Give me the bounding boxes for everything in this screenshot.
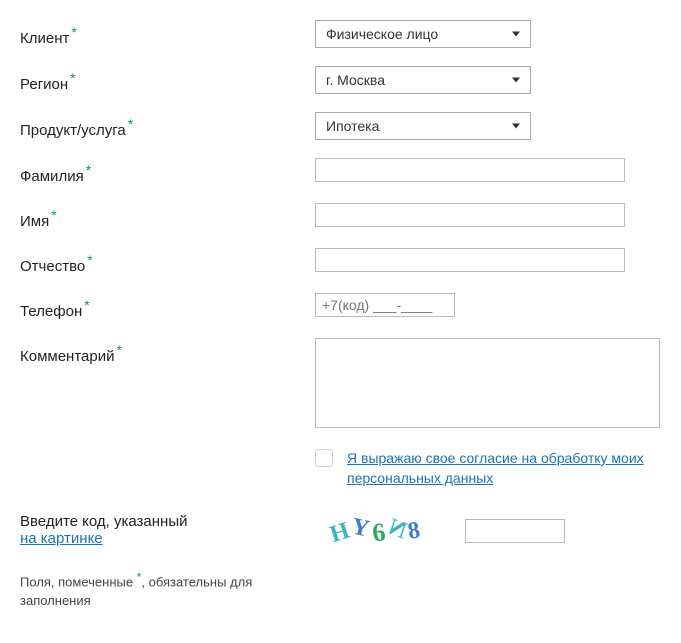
region-label: Регион* bbox=[20, 66, 315, 93]
asterisk-icon: * bbox=[128, 116, 133, 132]
lastname-input[interactable] bbox=[315, 158, 625, 182]
captcha-label-line1: Введите код, указанный bbox=[20, 513, 315, 530]
patronymic-input[interactable] bbox=[315, 248, 625, 272]
product-label: Продукт/услуга* bbox=[20, 112, 315, 139]
asterisk-icon: * bbox=[84, 297, 89, 313]
asterisk-icon: * bbox=[70, 70, 75, 86]
client-select[interactable]: Физическое лицо bbox=[315, 20, 531, 48]
asterisk-icon: * bbox=[51, 207, 56, 223]
client-label: Клиент* bbox=[20, 20, 315, 47]
lastname-label: Фамилия* bbox=[20, 158, 315, 185]
consent-link[interactable]: Я выражаю свое согласие на обработку мои… bbox=[347, 449, 661, 488]
product-select[interactable]: Ипотека bbox=[315, 112, 531, 140]
consent-checkbox[interactable] bbox=[315, 449, 333, 467]
captcha-input[interactable] bbox=[465, 519, 565, 543]
comment-label: Комментарий* bbox=[20, 338, 315, 365]
patronymic-label: Отчество* bbox=[20, 248, 315, 275]
phone-input[interactable] bbox=[315, 293, 455, 317]
asterisk-icon: * bbox=[87, 252, 92, 268]
asterisk-icon: * bbox=[86, 162, 91, 178]
firstname-input[interactable] bbox=[315, 203, 625, 227]
caret-down-icon bbox=[512, 78, 520, 83]
asterisk-icon: * bbox=[71, 24, 76, 40]
caret-down-icon bbox=[512, 124, 520, 129]
captcha-label-link[interactable]: на картинке bbox=[20, 530, 103, 547]
region-select[interactable]: г. Москва bbox=[315, 66, 531, 94]
asterisk-icon: * bbox=[116, 342, 121, 358]
comment-textarea[interactable] bbox=[315, 338, 660, 428]
required-note: Поля, помеченные *, обязательны для запо… bbox=[20, 569, 270, 610]
captcha-image: H Y 6 N 8 bbox=[315, 513, 435, 549]
caret-down-icon bbox=[512, 32, 520, 37]
phone-label: Телефон* bbox=[20, 293, 315, 320]
firstname-label: Имя* bbox=[20, 203, 315, 230]
